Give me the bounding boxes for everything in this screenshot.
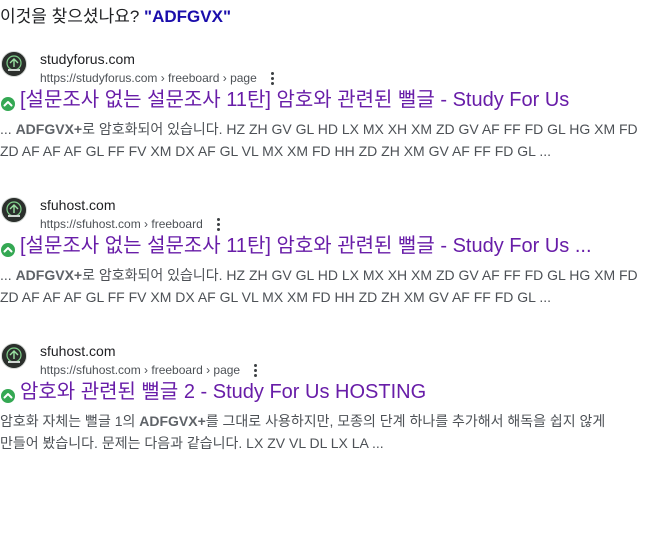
- snippet-text: 를 그대로 사용하지만, 모종의 단계 하나를 추가해서 해독을 쉽지 않게: [205, 413, 606, 429]
- result-title-row: 암호와 관련된 뻘글 2 - Study For Us HOSTING: [0, 378, 652, 406]
- result-site-row[interactable]: studyforus.com https://studyforus.com › …: [0, 46, 652, 86]
- result-title-link[interactable]: [설문조사 없는 설문조사 11탄] 암호와 관련된 뻘글 - Study Fo…: [20, 233, 592, 259]
- result-url: https://studyforus.com › freeboard › pag…: [40, 71, 257, 85]
- up-arrow-badge-icon: [1, 389, 15, 403]
- snippet-line: 만들어 봤습니다. 문제는 다음과 같습니다. LX ZV VL DL LX L…: [0, 435, 384, 451]
- result-title-link[interactable]: [설문조사 없는 설문조사 11탄] 암호와 관련된 뻘글 - Study Fo…: [20, 87, 569, 113]
- snippet-line: ZD AF AF AF GL FF FV XM DX AF GL VL MX X…: [0, 143, 551, 159]
- kebab-menu-icon[interactable]: [212, 217, 224, 233]
- result-url: https://sfuhost.com › freeboard: [40, 217, 203, 231]
- result-title-link[interactable]: 암호와 관련된 뻘글 2 - Study For Us HOSTING: [20, 379, 426, 405]
- result-title-row: [설문조사 없는 설문조사 11탄] 암호와 관련된 뻘글 - Study Fo…: [0, 232, 652, 260]
- result-site-row[interactable]: sfuhost.com https://sfuhost.com › freebo…: [0, 192, 652, 232]
- snippet-text: ...: [0, 267, 16, 283]
- result-site-name: sfuhost.com: [40, 197, 116, 213]
- study-for-us-logo-icon: [1, 51, 27, 77]
- snippet-line: ZD AF AF AF GL FF FV XM DX AF GL VL MX X…: [0, 289, 551, 305]
- result-snippet: ... ADFGVX+로 암호화되어 있습니다. HZ ZH GV GL HD …: [0, 264, 652, 308]
- result-snippet: ... ADFGVX+로 암호화되어 있습니다. HZ ZH GV GL HD …: [0, 118, 652, 162]
- result-url: https://sfuhost.com › freeboard › page: [40, 363, 241, 377]
- snippet-line: 암호화 자체는 뻘글 1의 ADFGVX+를 그대로 사용하지만, 모종의 단계…: [0, 410, 652, 432]
- suggested-query-link[interactable]: "ADFGVX": [144, 7, 231, 26]
- snippet-line: ... ADFGVX+로 암호화되어 있습니다. HZ ZH GV GL HD …: [0, 264, 652, 286]
- result-site-name: studyforus.com: [40, 51, 135, 67]
- snippet-text: 로 암호화되어 있습니다. HZ ZH GV GL HD LX MX XH XM…: [82, 121, 638, 137]
- up-arrow-badge-icon: [1, 97, 15, 111]
- search-result: sfuhost.com https://sfuhost.com › freebo…: [0, 192, 652, 308]
- snippet-text: 로 암호화되어 있습니다. HZ ZH GV GL HD LX MX XH XM…: [82, 267, 638, 283]
- result-site-name: sfuhost.com: [40, 343, 116, 359]
- snippet-text: ...: [0, 121, 16, 137]
- search-result: sfuhost.com https://sfuhost.com › freebo…: [0, 338, 652, 454]
- did-you-mean-label: 이것을 찾으셨나요?: [0, 7, 140, 26]
- result-title-row: [설문조사 없는 설문조사 11탄] 암호와 관련된 뻘글 - Study Fo…: [0, 86, 652, 114]
- did-you-mean-line: 이것을 찾으셨나요? "ADFGVX": [0, 6, 231, 28]
- study-for-us-logo-icon: [1, 197, 27, 223]
- snippet-highlight: ADFGVX+: [15, 121, 83, 137]
- search-result: studyforus.com https://studyforus.com › …: [0, 46, 652, 162]
- snippet-highlight: ADFGVX+: [139, 413, 206, 429]
- result-snippet: 암호화 자체는 뻘글 1의 ADFGVX+를 그대로 사용하지만, 모종의 단계…: [0, 410, 652, 454]
- snippet-text: 암호화 자체는 뻘글 1의: [0, 413, 140, 429]
- kebab-menu-icon[interactable]: [266, 71, 278, 87]
- snippet-line: ... ADFGVX+로 암호화되어 있습니다. HZ ZH GV GL HD …: [0, 118, 652, 140]
- study-for-us-logo-icon: [1, 343, 27, 369]
- result-site-row[interactable]: sfuhost.com https://sfuhost.com › freebo…: [0, 338, 652, 378]
- kebab-menu-icon[interactable]: [249, 363, 261, 379]
- search-results-page: 이것을 찾으셨나요? "ADFGVX" studyforus.com https…: [0, 0, 652, 544]
- up-arrow-badge-icon: [1, 243, 15, 257]
- snippet-highlight: ADFGVX+: [15, 267, 83, 283]
